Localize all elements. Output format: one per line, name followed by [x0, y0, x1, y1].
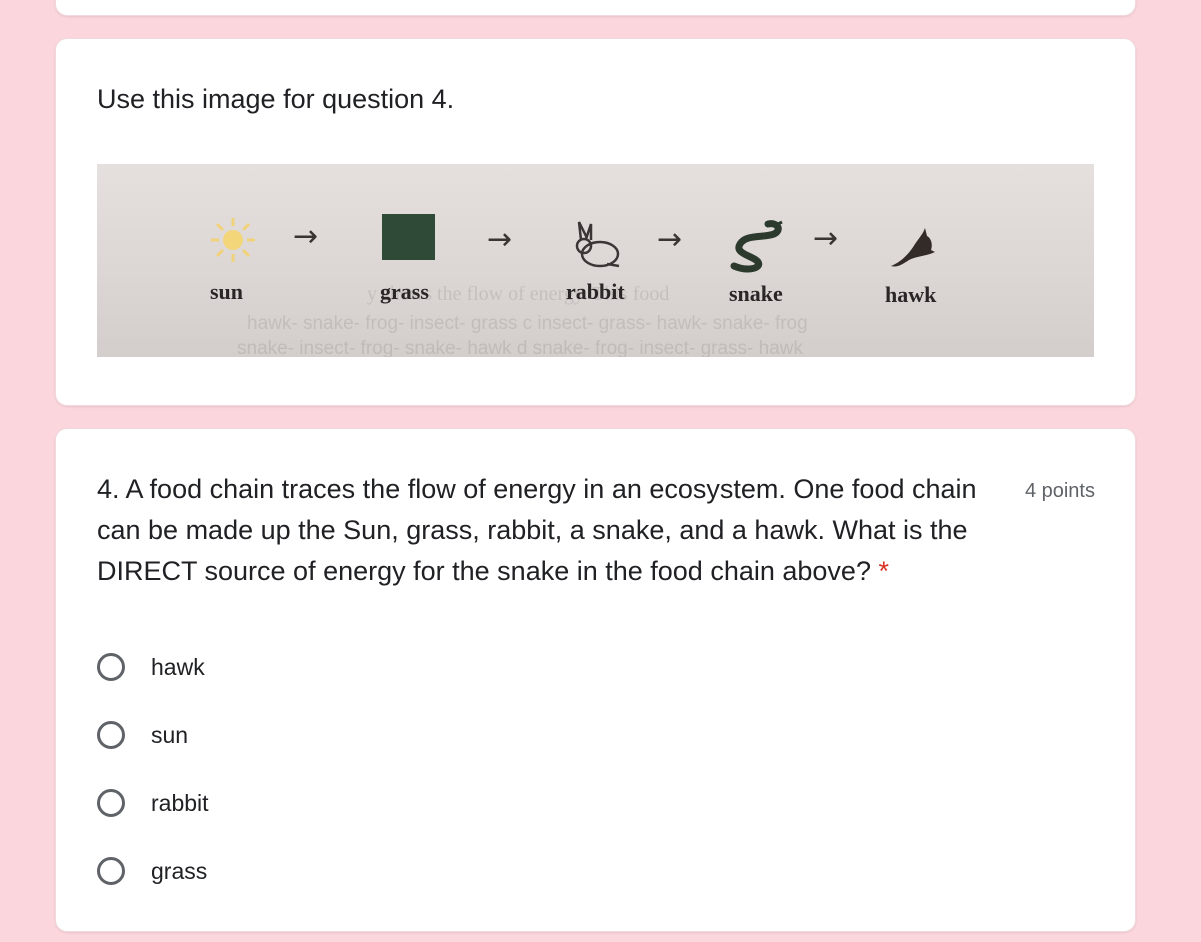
option-label-rabbit: rabbit: [151, 789, 209, 816]
radio-button-hawk[interactable]: [97, 653, 125, 681]
option-rabbit[interactable]: rabbit: [97, 769, 209, 837]
previous-question-card: [55, 0, 1136, 16]
option-sun[interactable]: sun: [97, 701, 209, 769]
question-body: 4. A food chain traces the flow of energ…: [97, 474, 977, 586]
required-marker: *: [878, 556, 889, 586]
arrow-2: →: [487, 222, 513, 257]
label-snake: snake: [729, 281, 783, 306]
option-label-hawk: hawk: [151, 653, 205, 680]
arrow-3: →: [657, 222, 683, 257]
image-card: Use this image for question 4. y shows t…: [55, 38, 1136, 406]
option-label-grass: grass: [151, 857, 208, 884]
question-text: 4. A food chain traces the flow of energ…: [97, 469, 1017, 592]
radio-button-sun[interactable]: [97, 721, 125, 749]
food-chain-figure: y shows the flow of energy. This food ha…: [97, 164, 1094, 357]
option-grass[interactable]: grass: [97, 837, 209, 905]
rabbit-icon: [575, 221, 620, 268]
arrow-1: →: [293, 219, 319, 254]
hawk-icon: [891, 228, 935, 267]
radio-button-rabbit[interactable]: [97, 789, 125, 817]
faded-text-line2: hawk- snake- frog- insect- grass c insec…: [247, 313, 808, 334]
arrow-4: →: [813, 221, 839, 256]
image-heading: Use this image for question 4.: [97, 84, 455, 114]
radio-button-grass[interactable]: [97, 857, 125, 885]
label-hawk: hawk: [885, 282, 937, 307]
option-label-sun: sun: [151, 721, 189, 748]
option-hawk[interactable]: hawk: [97, 633, 209, 701]
faded-text-line3: snake- insect- frog- snake- hawk d snake…: [237, 338, 803, 357]
question-card: 4. A food chain traces the flow of energ…: [55, 428, 1136, 932]
snake-icon: [730, 220, 783, 273]
label-sun: sun: [210, 279, 244, 304]
sun-icon: [211, 218, 255, 262]
question-points: 4 points: [1024, 480, 1095, 502]
label-rabbit: rabbit: [566, 279, 625, 304]
answer-options: hawk sun rabbit grass: [97, 633, 209, 905]
label-grass: grass: [380, 279, 429, 304]
grass-icon: [382, 214, 435, 260]
